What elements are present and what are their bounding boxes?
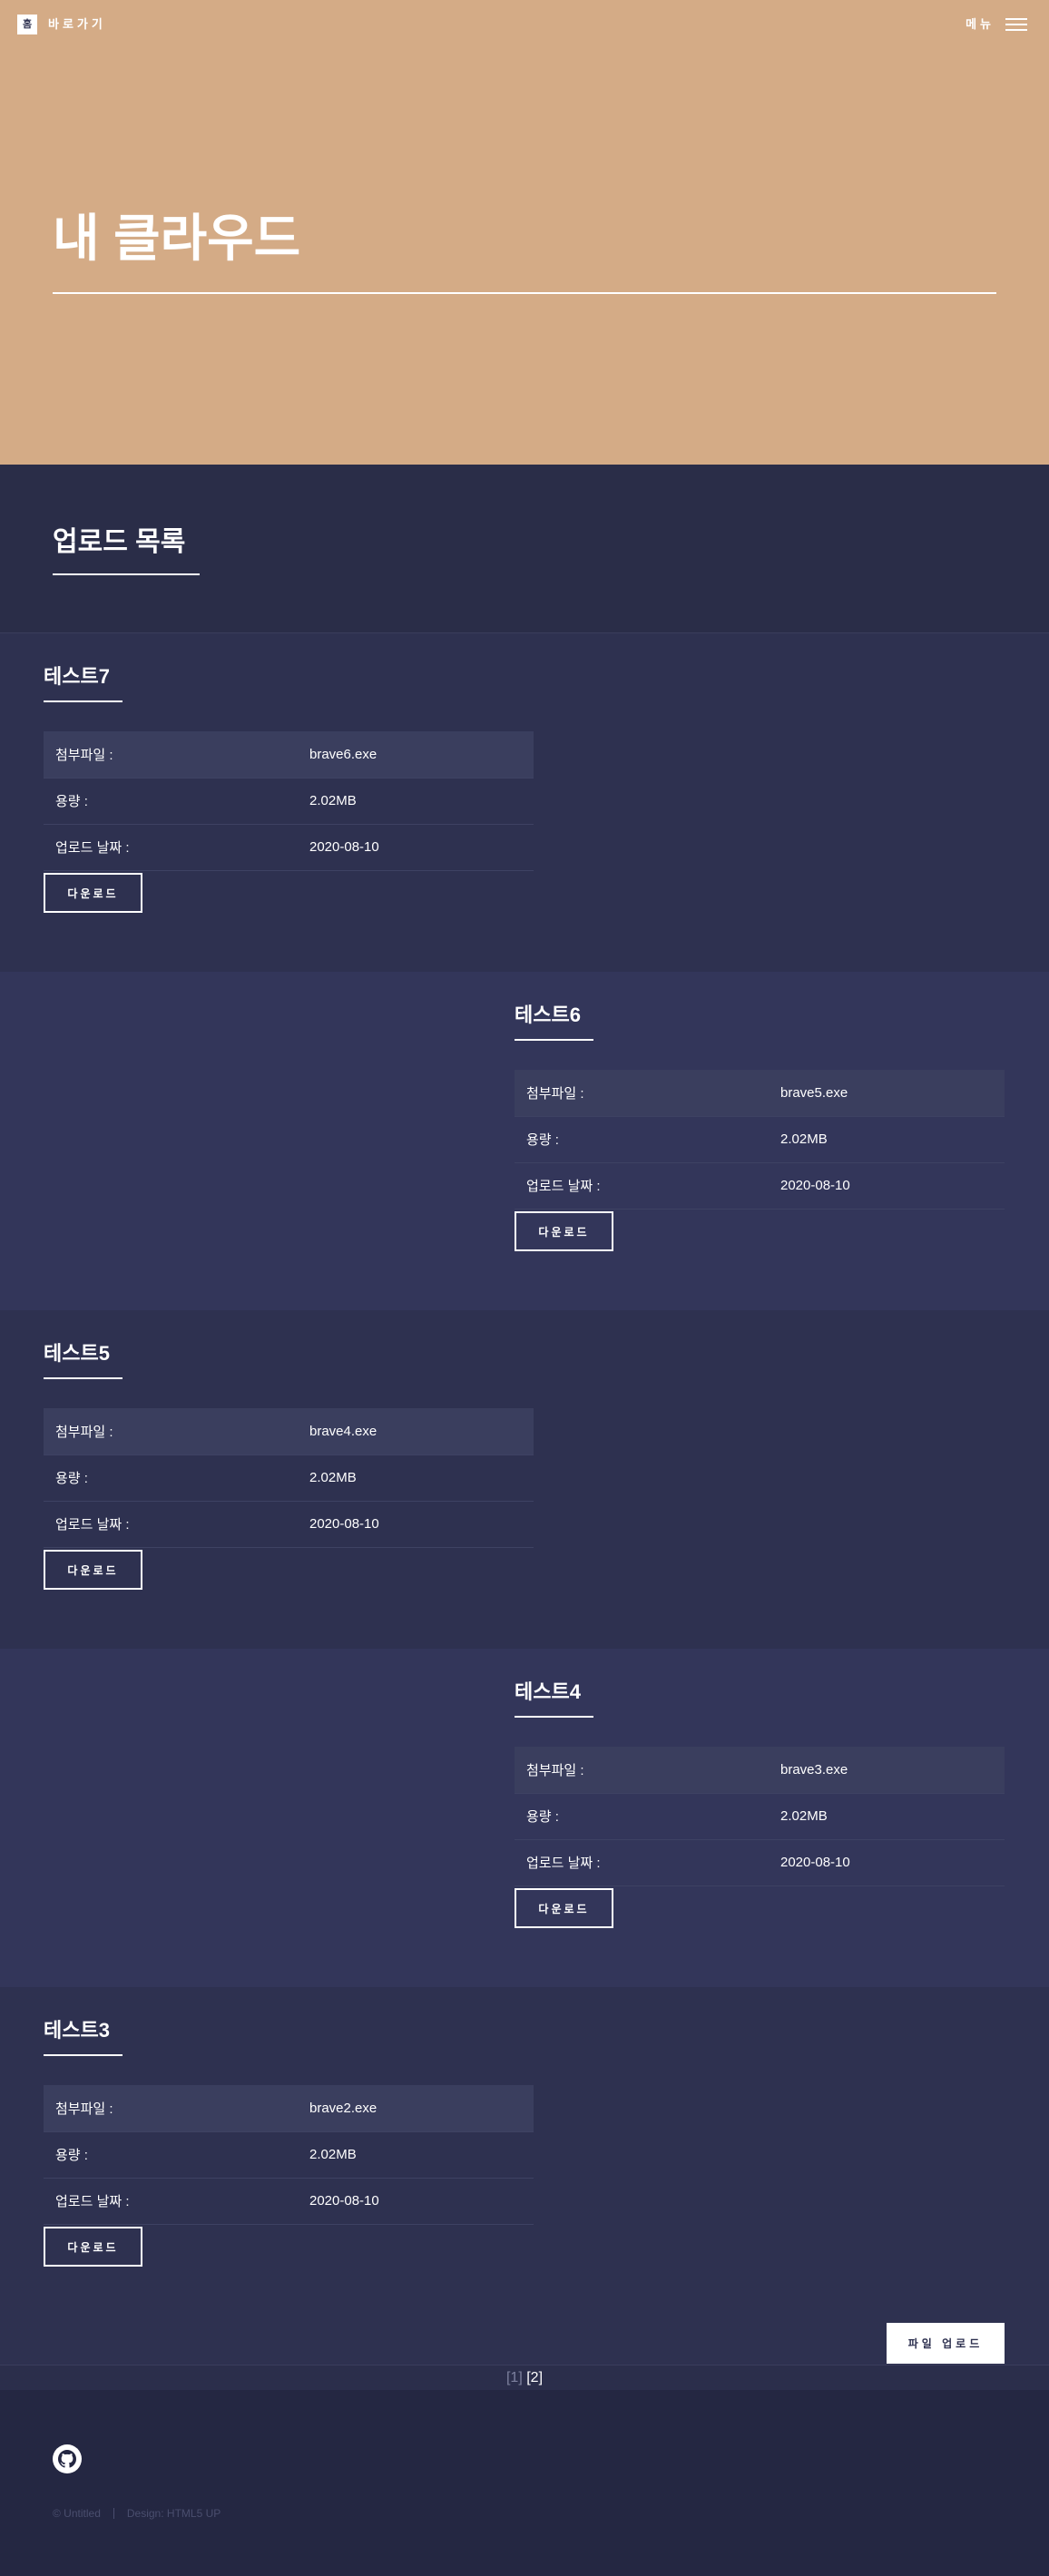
- info-value: 2020-08-10: [309, 1516, 379, 1532]
- upload-item: 테스트5 첨부파일 : brave4.exe 용량 : 2.02MB 업로드 날…: [0, 1310, 1049, 1649]
- info-label: 용량 :: [55, 1471, 88, 1486]
- info-value: 2.02MB: [309, 1470, 357, 1485]
- upload-item-title: 테스트6: [515, 1004, 581, 1026]
- upload-item: 테스트7 첨부파일 : brave6.exe 용량 : 2.02MB 업로드 날…: [0, 633, 1049, 972]
- page-link-2[interactable]: [2]: [526, 2370, 543, 2385]
- upload-item-title: 테스트5: [44, 1342, 110, 1365]
- menu-link[interactable]: 메뉴: [966, 15, 995, 34]
- info-row: 첨부파일 : brave3.exe: [515, 1747, 1005, 1793]
- page-link-1[interactable]: [1]: [506, 2370, 523, 2385]
- title-underline: [515, 1039, 593, 1041]
- title-underline: [44, 1377, 123, 1379]
- file-info-table: 첨부파일 : brave3.exe 용량 : 2.02MB 업로드 날짜 : 2…: [515, 1747, 1005, 1886]
- upload-item-content: 테스트4 첨부파일 : brave3.exe 용량 : 2.02MB 업로드 날…: [515, 1649, 1005, 1987]
- info-value: brave3.exe: [780, 1761, 848, 1778]
- info-label: 첨부파일 :: [55, 1424, 113, 1440]
- info-row: 업로드 날짜 : 2020-08-10: [44, 2178, 534, 2224]
- upload-item-content: 테스트3 첨부파일 : brave2.exe 용량 : 2.02MB 업로드 날…: [44, 1987, 534, 2326]
- top-bar: 홈 바로가기 메뉴: [0, 0, 1049, 47]
- design-credit: Design: HTML5 UP: [126, 2507, 221, 2520]
- info-label: 첨부파일 :: [526, 1085, 584, 1102]
- download-button[interactable]: 다운로드: [515, 1211, 613, 1251]
- upload-item: 테스트3 첨부파일 : brave2.exe 용량 : 2.02MB 업로드 날…: [0, 1987, 1049, 2326]
- section-title: 업로드 목록: [53, 527, 186, 557]
- info-value: 2.02MB: [780, 1808, 828, 1824]
- info-label: 용량 :: [526, 1809, 559, 1825]
- banner: 내 클라우드: [0, 0, 1049, 465]
- info-row: 용량 : 2.02MB: [515, 1793, 1005, 1839]
- info-label: 첨부파일 :: [55, 2101, 113, 2117]
- info-row: 첨부파일 : brave5.exe: [515, 1070, 1005, 1116]
- info-label: 업로드 날짜 :: [55, 2194, 130, 2209]
- upload-item-content: 테스트7 첨부파일 : brave6.exe 용량 : 2.02MB 업로드 날…: [44, 633, 534, 972]
- info-label: 업로드 날짜 :: [526, 1856, 601, 1871]
- page-title: 내 클라우드: [53, 210, 301, 267]
- download-button[interactable]: 다운로드: [515, 1888, 613, 1928]
- info-label: 용량 :: [55, 794, 88, 809]
- section-divider: [53, 573, 200, 575]
- info-value: 2.02MB: [309, 793, 357, 808]
- info-label: 용량 :: [55, 2148, 88, 2163]
- info-row: 첨부파일 : brave2.exe: [44, 2085, 534, 2131]
- upload-item: 테스트4 첨부파일 : brave3.exe 용량 : 2.02MB 업로드 날…: [0, 1649, 1049, 1987]
- upload-item-title: 테스트3: [44, 2019, 110, 2042]
- info-value: 2020-08-10: [309, 2193, 379, 2209]
- download-button[interactable]: 다운로드: [44, 2227, 142, 2267]
- home-link[interactable]: 바로가기: [48, 15, 106, 34]
- title-underline: [515, 1716, 593, 1718]
- copyright-text: © Untitled: [53, 2507, 101, 2520]
- info-label: 업로드 날짜 :: [526, 1179, 601, 1194]
- file-info-table: 첨부파일 : brave4.exe 용량 : 2.02MB 업로드 날짜 : 2…: [44, 1408, 534, 1548]
- file-upload-button[interactable]: 파일 업로드: [887, 2323, 1005, 2364]
- info-value: brave5.exe: [780, 1084, 848, 1101]
- footer-copyright: © Untitled Design: HTML5 UP: [53, 2506, 221, 2521]
- download-button[interactable]: 다운로드: [44, 1550, 142, 1590]
- github-icon[interactable]: [53, 2444, 82, 2473]
- info-value: brave2.exe: [309, 2100, 377, 2116]
- file-info-table: 첨부파일 : brave5.exe 용량 : 2.02MB 업로드 날짜 : 2…: [515, 1070, 1005, 1210]
- info-row: 업로드 날짜 : 2020-08-10: [515, 1839, 1005, 1885]
- upload-item-content: 테스트5 첨부파일 : brave4.exe 용량 : 2.02MB 업로드 날…: [44, 1310, 534, 1649]
- info-row: 첨부파일 : brave6.exe: [44, 731, 534, 778]
- upload-item-title: 테스트4: [515, 1680, 581, 1703]
- info-value: 2020-08-10: [780, 1178, 850, 1193]
- download-button[interactable]: 다운로드: [44, 873, 142, 913]
- banner-divider: [53, 292, 996, 294]
- info-value: 2020-08-10: [780, 1855, 850, 1870]
- info-row: 첨부파일 : brave4.exe: [44, 1408, 534, 1455]
- info-value: 2.02MB: [780, 1131, 828, 1147]
- info-value: 2.02MB: [309, 2147, 357, 2162]
- info-row: 용량 : 2.02MB: [515, 1116, 1005, 1162]
- upload-item-content: 테스트6 첨부파일 : brave5.exe 용량 : 2.02MB 업로드 날…: [515, 972, 1005, 1310]
- hamburger-menu-icon[interactable]: [1005, 18, 1027, 31]
- info-row: 업로드 날짜 : 2020-08-10: [515, 1162, 1005, 1209]
- info-value: 2020-08-10: [309, 839, 379, 855]
- home-icon[interactable]: 홈: [17, 15, 37, 34]
- info-label: 첨부파일 :: [526, 1762, 584, 1778]
- title-underline: [44, 2054, 123, 2056]
- info-label: 업로드 날짜 :: [55, 840, 130, 856]
- info-label: 용량 :: [526, 1132, 559, 1148]
- upload-item: 테스트6 첨부파일 : brave5.exe 용량 : 2.02MB 업로드 날…: [0, 972, 1049, 1310]
- info-value: brave4.exe: [309, 1423, 377, 1439]
- upload-item-title: 테스트7: [44, 665, 110, 688]
- info-value: brave6.exe: [309, 746, 377, 762]
- info-label: 첨부파일 :: [55, 747, 113, 763]
- title-underline: [44, 700, 123, 702]
- info-row: 업로드 날짜 : 2020-08-10: [44, 824, 534, 870]
- footer: © Untitled Design: HTML5 UP: [0, 2390, 1049, 2576]
- info-row: 용량 : 2.02MB: [44, 1455, 534, 1501]
- file-info-table: 첨부파일 : brave6.exe 용량 : 2.02MB 업로드 날짜 : 2…: [44, 731, 534, 871]
- file-info-table: 첨부파일 : brave2.exe 용량 : 2.02MB 업로드 날짜 : 2…: [44, 2085, 534, 2225]
- info-row: 업로드 날짜 : 2020-08-10: [44, 1501, 534, 1547]
- info-label: 업로드 날짜 :: [55, 1517, 130, 1533]
- info-row: 용량 : 2.02MB: [44, 2131, 534, 2178]
- pagination: [1] [2]: [0, 2365, 1049, 2390]
- upload-list-header: 업로드 목록: [0, 465, 1049, 633]
- info-row: 용량 : 2.02MB: [44, 778, 534, 824]
